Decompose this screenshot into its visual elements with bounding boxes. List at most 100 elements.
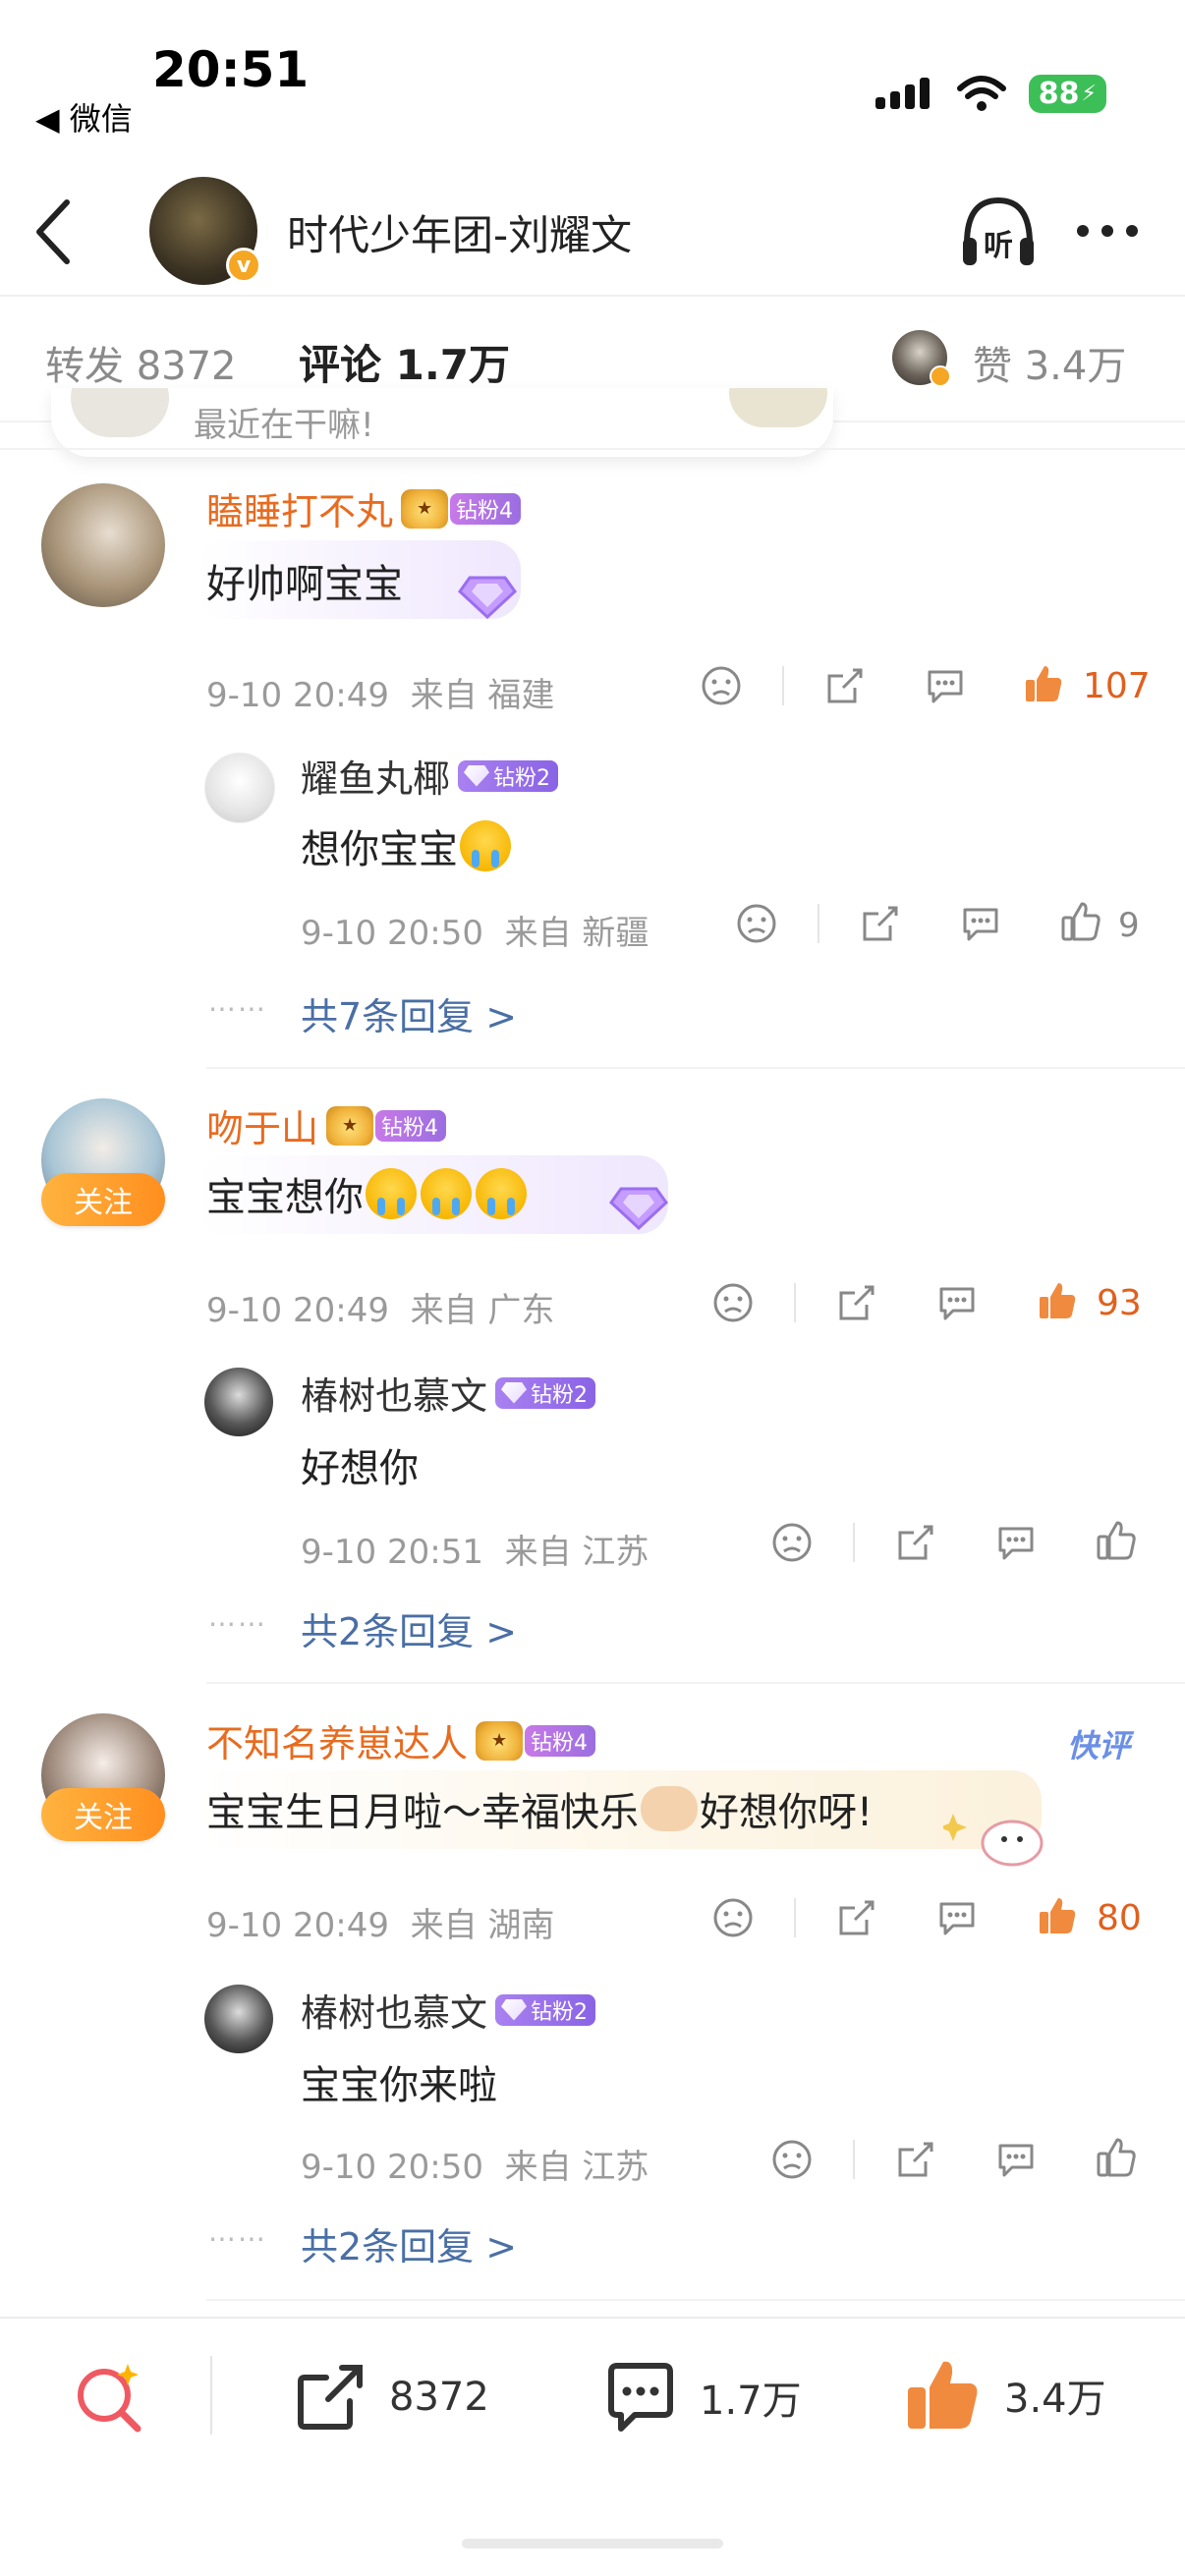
- pinned-thumb: [71, 388, 169, 437]
- fan-badge: 钻粉2: [495, 1993, 596, 2026]
- reply-icon[interactable]: [994, 1521, 1038, 1564]
- view-more-replies-link[interactable]: 共2条回复 >: [301, 1601, 517, 1655]
- repost-icon: [298, 2365, 363, 2430]
- reply-icon[interactable]: [935, 1281, 979, 1324]
- reply-meta: 9-10 20:50 来自 江苏: [301, 2148, 649, 2187]
- view-more-replies-link[interactable]: 共2条回复 >: [301, 2216, 517, 2270]
- reply-avatar[interactable]: [204, 753, 275, 823]
- pinned-comment-card[interactable]: 最近在干嘛!: [51, 388, 833, 457]
- author-avatar[interactable]: v: [149, 177, 261, 285]
- dislike-face-icon[interactable]: [770, 1521, 814, 1564]
- section-divider: [0, 448, 1185, 450]
- dislike-face-icon[interactable]: [711, 1281, 755, 1324]
- comment-divider: [206, 2299, 1185, 2301]
- view-more-replies-link[interactable]: 共7条回复 >: [301, 986, 517, 1040]
- dislike-face-icon[interactable]: [700, 664, 743, 707]
- commenter-avatar[interactable]: [41, 483, 165, 607]
- share-icon[interactable]: [835, 1896, 878, 1939]
- reply-header: 椿树也慕文 钻粉2: [301, 1366, 596, 1420]
- comment-icon: [608, 2363, 673, 2432]
- reply-text: 好想你: [301, 1446, 419, 1491]
- comment-divider: [206, 1682, 1185, 1684]
- fan-badge: 钻粉4: [375, 1109, 447, 1142]
- reply-name[interactable]: 椿树也慕文: [301, 1366, 487, 1420]
- bottom-like-button[interactable]: 3.4万: [902, 2354, 1106, 2436]
- reply-avatar[interactable]: [204, 1985, 273, 2053]
- like-thumb-icon[interactable]: [1095, 1519, 1138, 1562]
- like-thumb-icon[interactable]: [1036, 1279, 1079, 1322]
- commenter-name[interactable]: 吻于山: [206, 1098, 318, 1152]
- reply-name[interactable]: 耀鱼丸椰: [301, 749, 450, 803]
- home-indicator[interactable]: [462, 2539, 723, 2548]
- like-count: 9: [1118, 906, 1140, 945]
- bottom-comment-button[interactable]: 1.7万: [601, 2358, 802, 2436]
- action-separator: [794, 1283, 796, 1322]
- comment-text: 好帅啊宝宝: [206, 562, 403, 607]
- status-time: 20:51: [152, 41, 310, 98]
- crying-emoji-icon: [421, 1168, 472, 1219]
- like-thumb-icon: [908, 2361, 978, 2429]
- signal-icon: [875, 78, 930, 109]
- dislike-face-icon[interactable]: [711, 1896, 755, 1939]
- wifi-icon: [956, 76, 1006, 111]
- share-icon[interactable]: [894, 2138, 937, 2181]
- back-to-wechat-link[interactable]: ◀ 微信: [35, 94, 133, 140]
- diamond-icon: [501, 1381, 528, 1404]
- reply-header: 椿树也慕文 钻粉2: [301, 1983, 596, 2037]
- like-count: 3.4万: [1004, 2377, 1106, 2422]
- reply-header: 耀鱼丸椰 钻粉2: [301, 749, 559, 803]
- comment-meta: 9-10 20:49 来自 广东: [206, 1291, 555, 1330]
- like-thumb-icon[interactable]: [1095, 2136, 1138, 2179]
- reply-name[interactable]: 椿树也慕文: [301, 1983, 487, 2037]
- follow-button[interactable]: 关注: [41, 1788, 165, 1841]
- sparkle-sticker-icon: [943, 1814, 1044, 1867]
- like-thumb-icon[interactable]: [1036, 1894, 1079, 1937]
- commenter-name[interactable]: 瞌睡打不丸: [206, 481, 393, 535]
- share-icon[interactable]: [894, 1521, 937, 1564]
- comment-header: 吻于山 ★ 钻粉4: [206, 1098, 447, 1152]
- commenter-name[interactable]: 不知名养崽达人: [206, 1713, 468, 1767]
- svg-text:听: 听: [984, 229, 1013, 263]
- more-options-icon[interactable]: [1073, 206, 1142, 255]
- share-icon[interactable]: [835, 1281, 878, 1324]
- reply-avatar[interactable]: [204, 1368, 273, 1436]
- follow-button[interactable]: 关注: [41, 1173, 165, 1226]
- tab-comment[interactable]: 评论 1.7万: [299, 332, 510, 392]
- reply-icon[interactable]: [994, 2138, 1038, 2181]
- share-icon[interactable]: [823, 664, 867, 707]
- dots-divider: ⋯⋯: [208, 1607, 267, 1640]
- bottom-separator: [210, 2356, 212, 2435]
- reply-icon[interactable]: [935, 1896, 979, 1939]
- crown-icon: ★: [326, 1105, 374, 1146]
- comment-text: 好想你呀!: [700, 1790, 874, 1835]
- header-divider: [0, 295, 1185, 297]
- fan-badge: 钻粉2: [495, 1376, 596, 1409]
- back-arrow-icon[interactable]: [29, 193, 79, 271]
- listen-headphones-icon[interactable]: 听: [957, 193, 1040, 271]
- tab-repost[interactable]: 转发 8372: [45, 334, 237, 391]
- verified-badge-icon: v: [226, 248, 261, 283]
- dislike-face-icon[interactable]: [770, 2138, 814, 2181]
- crown-icon: ★: [476, 1720, 524, 1761]
- like-thumb-icon[interactable]: [1022, 662, 1065, 705]
- like-thumb-icon[interactable]: [1059, 900, 1102, 943]
- tab-likes[interactable]: 赞 3.4万: [973, 334, 1126, 391]
- fan-badge: 钻粉2: [458, 759, 559, 792]
- comment-header: 不知名养崽达人 ★ 钻粉4: [206, 1713, 596, 1767]
- dislike-face-icon[interactable]: [735, 902, 778, 945]
- reply-icon[interactable]: [959, 902, 1002, 945]
- search-comments-icon[interactable]: [69, 2358, 147, 2436]
- comment-header: 瞌睡打不丸 ★ 钻粉4: [206, 481, 522, 535]
- repost-count: 8372: [389, 2375, 489, 2420]
- like-count: 80: [1097, 1898, 1142, 1938]
- comment-divider: [206, 1067, 1185, 1069]
- battery-level: 88: [1038, 76, 1080, 111]
- reply-text: 想你宝宝: [301, 827, 458, 872]
- reply-icon[interactable]: [924, 664, 967, 707]
- verified-dot-icon: [930, 365, 951, 387]
- page-title: 时代少年团-刘耀文: [287, 211, 633, 259]
- dots-divider: ⋯⋯: [208, 992, 267, 1025]
- like-count: 93: [1097, 1283, 1142, 1323]
- bottom-repost-button[interactable]: 8372: [291, 2358, 489, 2436]
- share-icon[interactable]: [859, 902, 902, 945]
